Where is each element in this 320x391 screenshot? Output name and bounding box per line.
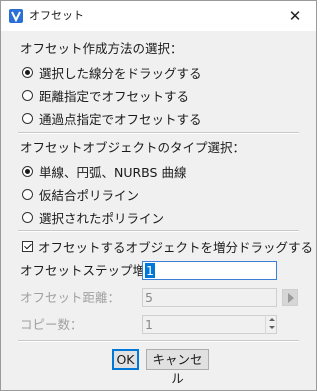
creation-method-heading: オフセット作成方法の選択： [20, 41, 183, 56]
offset-distance-input[interactable]: 5 [142, 288, 277, 307]
radio-selected-polyline[interactable]: 選択されたポリライン [22, 209, 165, 226]
radio-drag-selected[interactable]: 選択した線分をドラッグする [22, 64, 202, 81]
separator [18, 230, 299, 232]
checkbox-label: オフセットするオブジェクトを増分ドラッグする [38, 239, 314, 255]
window-title: オフセット [29, 9, 84, 22]
radio-button-checked[interactable] [22, 66, 33, 78]
offset-distance-label: オフセット距離： [20, 290, 121, 305]
close-button[interactable]: ✕ [280, 5, 310, 27]
radio-line-arc-nurbs[interactable]: 単線、円弧、NURBS 曲線 [22, 163, 187, 180]
copy-count-spinner[interactable] [265, 315, 277, 334]
copy-count-input[interactable]: 1 [142, 315, 277, 334]
radio-label: 距離指定でオフセットする [39, 88, 190, 104]
title-bar: オフセット ✕ [1, 1, 316, 31]
copy-count-value: 1 [145, 317, 153, 332]
step-increment-input[interactable]: 1 [142, 261, 277, 280]
offset-dialog: オフセット ✕ オフセット作成方法の選択： 選択した線分をドラッグする 距離指定… [0, 0, 317, 391]
radio-button-checked[interactable] [22, 165, 33, 177]
radio-label: 単線、円弧、NURBS 曲線 [39, 164, 187, 180]
spin-up-icon[interactable] [266, 315, 277, 324]
ok-button[interactable]: OK [112, 349, 139, 370]
radio-button[interactable] [22, 112, 33, 124]
radio-offset-through-point[interactable]: 通過点指定でオフセットする [22, 110, 202, 127]
radio-button[interactable] [22, 211, 33, 223]
increment-drag-checkbox-row[interactable]: オフセットするオブジェクトを増分ドラッグする [22, 238, 314, 255]
app-logo-icon [9, 9, 23, 23]
radio-offset-by-distance[interactable]: 距離指定でオフセットする [22, 87, 190, 104]
radio-label: 選択した線分をドラッグする [39, 65, 202, 81]
spin-down-icon[interactable] [266, 324, 277, 333]
cancel-button[interactable]: キャンセル [146, 349, 209, 386]
radio-button[interactable] [22, 188, 33, 200]
checkbox-checked[interactable] [22, 240, 33, 252]
step-increment-value: 1 [145, 263, 155, 278]
offset-distance-value: 5 [145, 290, 153, 305]
radio-label: 選択されたポリライン [39, 210, 165, 226]
object-type-heading: オフセットオブジェクトのタイプ選択： [20, 140, 246, 155]
close-icon: ✕ [288, 7, 302, 25]
radio-temporary-polyline[interactable]: 仮結合ポリライン [22, 186, 140, 203]
copy-count-label: コピー数： [20, 317, 83, 332]
play-arrow-icon[interactable] [282, 289, 298, 306]
separator [18, 132, 299, 134]
radio-button[interactable] [22, 89, 33, 101]
separator [18, 340, 299, 342]
radio-label: 仮結合ポリライン [39, 187, 140, 203]
radio-label: 通過点指定でオフセットする [39, 111, 202, 127]
